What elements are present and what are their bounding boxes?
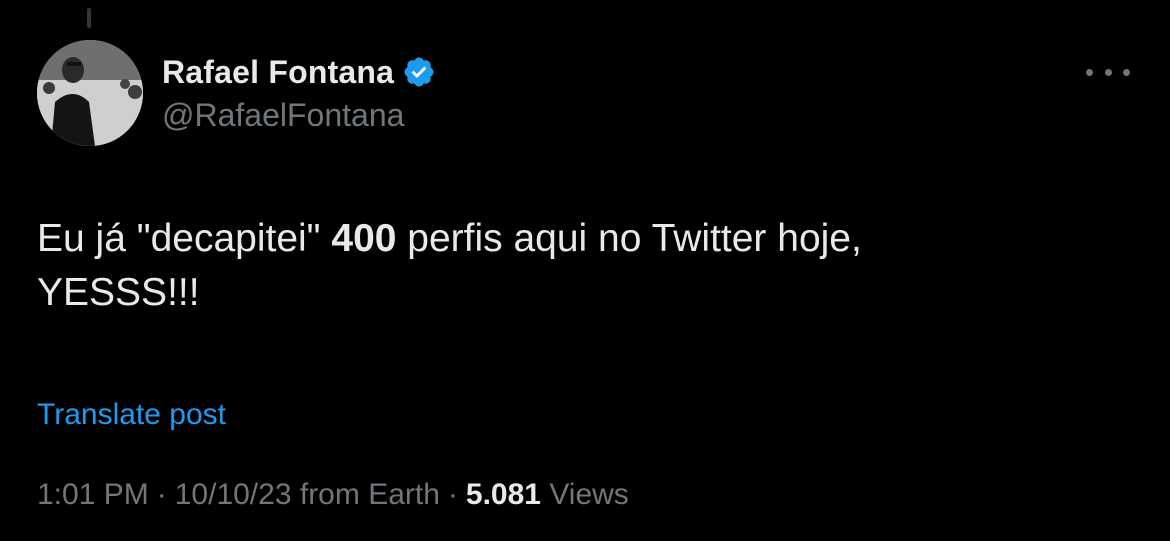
separator: · xyxy=(447,478,458,511)
author-handle[interactable]: @RafaelFontana xyxy=(162,97,404,134)
views-label: Views xyxy=(549,478,629,511)
post-source: from Earth xyxy=(299,478,440,511)
more-horizontal-icon[interactable] xyxy=(1086,60,1130,84)
post-time[interactable]: 1:01 PM xyxy=(37,478,149,511)
verified-badge-icon xyxy=(402,55,436,89)
post-text: Eu já "decapitei" 400 perfis aqui no Twi… xyxy=(37,212,1127,320)
post-text-part: Eu já "decapitei" xyxy=(37,217,332,260)
post-text-bold: 400 xyxy=(331,217,397,260)
post-date[interactable]: 10/10/23 xyxy=(175,478,292,511)
author-display-name[interactable]: Rafael Fontana xyxy=(162,54,394,91)
post-text-part: perfis aqui no Twitter hoje, xyxy=(396,217,862,260)
avatar[interactable] xyxy=(37,40,143,146)
thread-connector-line xyxy=(87,8,91,28)
views-count: 5.081 xyxy=(465,478,541,511)
separator: · xyxy=(156,478,167,511)
post-metadata: 1:01 PM · 10/10/23 from Earth · 5.081 Views xyxy=(37,478,629,512)
author-name-row: Rafael Fontana xyxy=(162,50,436,94)
translate-post-link[interactable]: Translate post xyxy=(37,398,226,432)
more-dot xyxy=(1123,68,1130,76)
post-text-line-1: Eu já "decapitei" 400 perfis aqui no Twi… xyxy=(37,212,1127,266)
more-dot xyxy=(1104,68,1112,76)
post-text-line-2: YESSS!!! xyxy=(37,271,200,314)
avatar-photo xyxy=(37,40,143,146)
more-dot xyxy=(1086,68,1093,76)
